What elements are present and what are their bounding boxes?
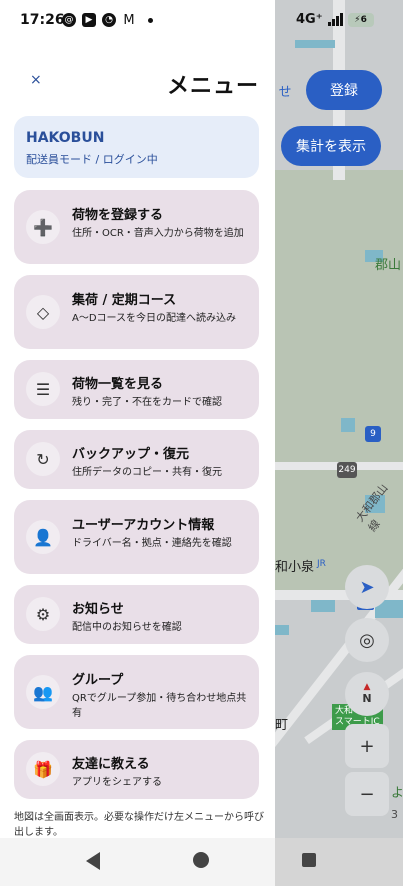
map-water (341, 418, 355, 432)
menu-item-register[interactable]: ➕ 荷物を登録する 住所・OCR・音声入力から荷物を追加 (14, 190, 259, 264)
menu-item-desc: ドライバー名・拠点・連絡先を確認 (72, 538, 232, 549)
navigation-drawer: × メニュー HAKOBUN 配送員モード / ログイン中 ➕ 荷物を登録する … (0, 0, 275, 886)
register-button[interactable]: 登録 (306, 70, 382, 110)
compass-needle-icon: ▲ (363, 682, 371, 692)
menu-item-title: 友達に教える (72, 757, 150, 772)
battery-icon: ⚡ 6 (347, 12, 374, 27)
navbar-right (275, 838, 403, 886)
drawer-title: メニュー (166, 74, 259, 99)
list-icon: ☰ (26, 372, 60, 406)
map-green-area (275, 170, 403, 590)
menu-item-user-account[interactable]: 👤 ユーザーアカウント情報 ドライバー名・拠点・連絡先を確認 (14, 500, 259, 574)
threads-icon: @ (62, 13, 76, 27)
zoom-out-button[interactable]: − (345, 772, 389, 816)
youtube-icon: ▶ (82, 13, 96, 27)
map-water (311, 600, 335, 612)
menu-item-title: バックアップ・復元 (72, 447, 190, 462)
menu-item-title: グループ (72, 673, 124, 688)
navbar-left (0, 838, 275, 886)
close-button[interactable]: × (30, 72, 42, 88)
refresh-icon: ↻ (26, 442, 60, 476)
map-label-edge-3: 3 (391, 808, 398, 821)
system-navigation-bar (0, 838, 403, 886)
map-partial-button[interactable]: せ (275, 80, 295, 100)
notification-icons: @ ▶ ◔ M (62, 12, 153, 28)
menu-item-desc: A〜Dコースを今日の配達へ読み込み (72, 313, 237, 324)
menu-item-title: ユーザーアカウント情報 (72, 518, 215, 533)
compass-label: N (362, 692, 372, 705)
navigate-icon[interactable]: ➤ (345, 565, 389, 609)
map-label-jr: JR (317, 559, 326, 569)
show-summary-button[interactable]: 集計を表示 (281, 126, 381, 166)
menu-item-title: 集荷 / 定期コース (72, 293, 177, 308)
gear-icon: ⚙ (26, 597, 60, 631)
map-label-koriyama: 郡山 (375, 258, 402, 273)
menu-item-title: 荷物一覧を見る (72, 377, 164, 392)
account-name: HAKOBUN (26, 130, 105, 146)
menu-item-title: お知らせ (72, 602, 124, 617)
map-view[interactable]: せ 登録 集計を表示 郡山 9 249 大和郡山線 和小泉 JR 町 大和 スマ… (275, 0, 403, 886)
menu-item-share[interactable]: 🎁 友達に教える アプリをシェアする (14, 740, 259, 799)
compass-button[interactable]: ▲ N (345, 672, 389, 716)
plus-icon: ➕ (26, 210, 60, 244)
menu-item-package-list[interactable]: ☰ 荷物一覧を見る 残り・完了・不在をカードで確認 (14, 360, 259, 419)
map-water (275, 625, 289, 635)
status-bar: 17:26 @ ▶ ◔ M 4G⁺ ⚡ 6 (0, 0, 403, 44)
location-icon[interactable]: ◎ (345, 618, 389, 662)
map-label-machi: 町 (275, 718, 289, 733)
footer-note: 地図は全画面表示。必要な操作だけ左メニューから呼び出します。 (14, 812, 264, 838)
menu-item-desc: 残り・完了・不在をカードで確認 (72, 397, 222, 408)
diamond-icon: ◇ (26, 295, 60, 329)
menu-item-desc: 配信中のお知らせを確認 (72, 622, 182, 633)
account-card[interactable]: HAKOBUN 配送員モード / ログイン中 (14, 116, 259, 178)
battery-level: 6 (360, 14, 367, 25)
map-label-edge: よ (391, 786, 403, 801)
status-right: 4G⁺ ⚡ 6 (296, 12, 374, 27)
drawer-header: × メニュー (0, 60, 275, 108)
menu-item-notices[interactable]: ⚙ お知らせ 配信中のお知らせを確認 (14, 585, 259, 644)
account-mode: 配送員モード / ログイン中 (26, 153, 158, 166)
group-icon: 👥 (26, 675, 60, 709)
route-badge-249: 249 (337, 462, 357, 478)
menu-item-backup[interactable]: ↻ バックアップ・復元 住所データのコピー・共有・復元 (14, 430, 259, 489)
menu-item-desc: 住所データのコピー・共有・復元 (72, 467, 222, 478)
network-type: 4G⁺ (296, 12, 323, 27)
recents-icon[interactable] (302, 853, 316, 867)
clock-icon: ◔ (102, 13, 116, 27)
user-icon: 👤 (26, 520, 60, 554)
menu-item-desc: 住所・OCR・音声入力から荷物を追加 (72, 228, 244, 239)
signal-icon (327, 13, 343, 26)
more-notifications-icon (148, 17, 153, 23)
zoom-in-button[interactable]: + (345, 724, 389, 768)
gift-icon: 🎁 (26, 752, 60, 786)
status-time: 17:26 (20, 12, 65, 28)
back-icon[interactable] (86, 852, 100, 870)
route-badge-9: 9 (365, 426, 381, 442)
gmail-icon: M (123, 12, 135, 28)
menu-item-desc: アプリをシェアする (72, 777, 162, 788)
menu-item-pickup-course[interactable]: ◇ 集荷 / 定期コース A〜Dコースを今日の配達へ読み込み (14, 275, 259, 349)
map-label-izumi: 和小泉 (275, 560, 315, 575)
menu-item-title: 荷物を登録する (72, 208, 164, 223)
home-icon[interactable] (193, 852, 209, 868)
menu-item-desc: QRでグループ参加・待ち合わせ地点共有 (72, 693, 247, 719)
menu-item-group[interactable]: 👥 グループ QRでグループ参加・待ち合わせ地点共有 (14, 655, 259, 729)
